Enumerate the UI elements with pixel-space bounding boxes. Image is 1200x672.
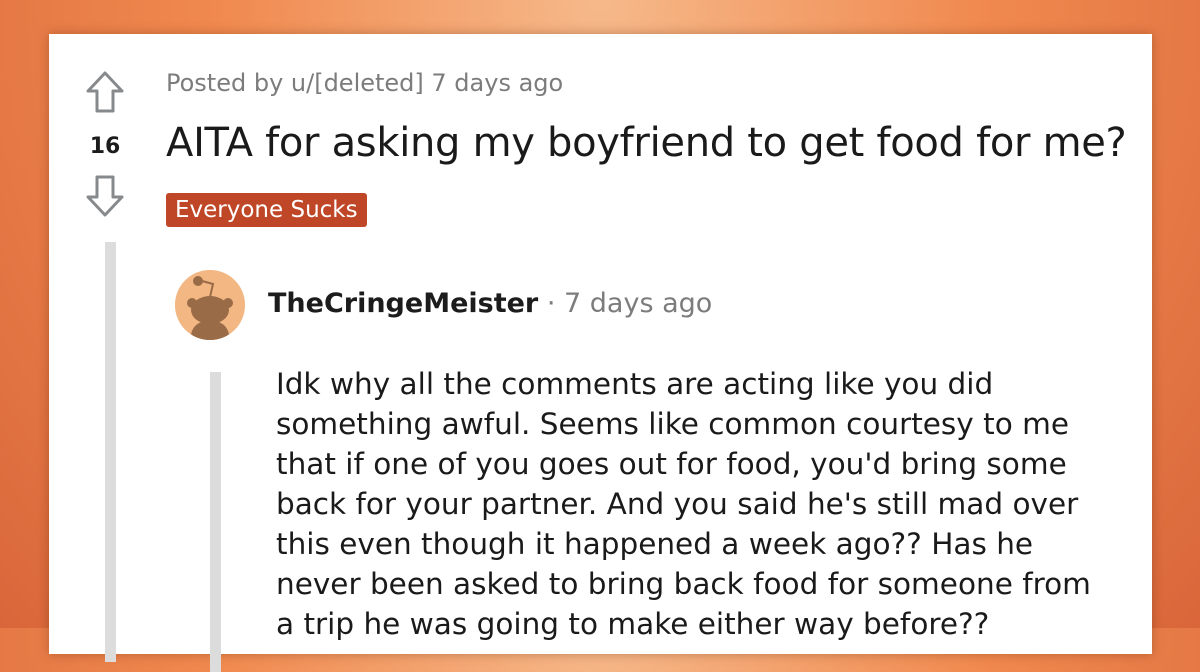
thread-collapse-line[interactable] — [105, 242, 116, 662]
upvote-icon[interactable] — [85, 70, 125, 114]
comment-header: TheCringeMeister · 7 days ago — [268, 288, 712, 319]
comment-collapse-line[interactable] — [210, 372, 221, 672]
snoo-avatar-icon — [175, 270, 245, 340]
post-meta: Posted by u/[deleted] 7 days ago — [166, 69, 564, 97]
downvote-icon[interactable] — [85, 174, 125, 218]
comment-body: Idk why all the comments are acting like… — [276, 367, 1091, 641]
avatar[interactable] — [175, 270, 245, 340]
comment-username[interactable]: TheCringeMeister — [268, 288, 538, 319]
post-title[interactable]: AITA for asking my boyfriend to get food… — [166, 120, 1127, 166]
vote-score: 16 — [89, 134, 121, 159]
post-flair[interactable]: Everyone Sucks — [166, 193, 367, 227]
post-card: 16 Posted by u/[deleted] 7 days ago AITA… — [49, 34, 1152, 672]
comment-timestamp[interactable]: 7 days ago — [564, 288, 712, 319]
meta-separator: · — [546, 288, 556, 319]
